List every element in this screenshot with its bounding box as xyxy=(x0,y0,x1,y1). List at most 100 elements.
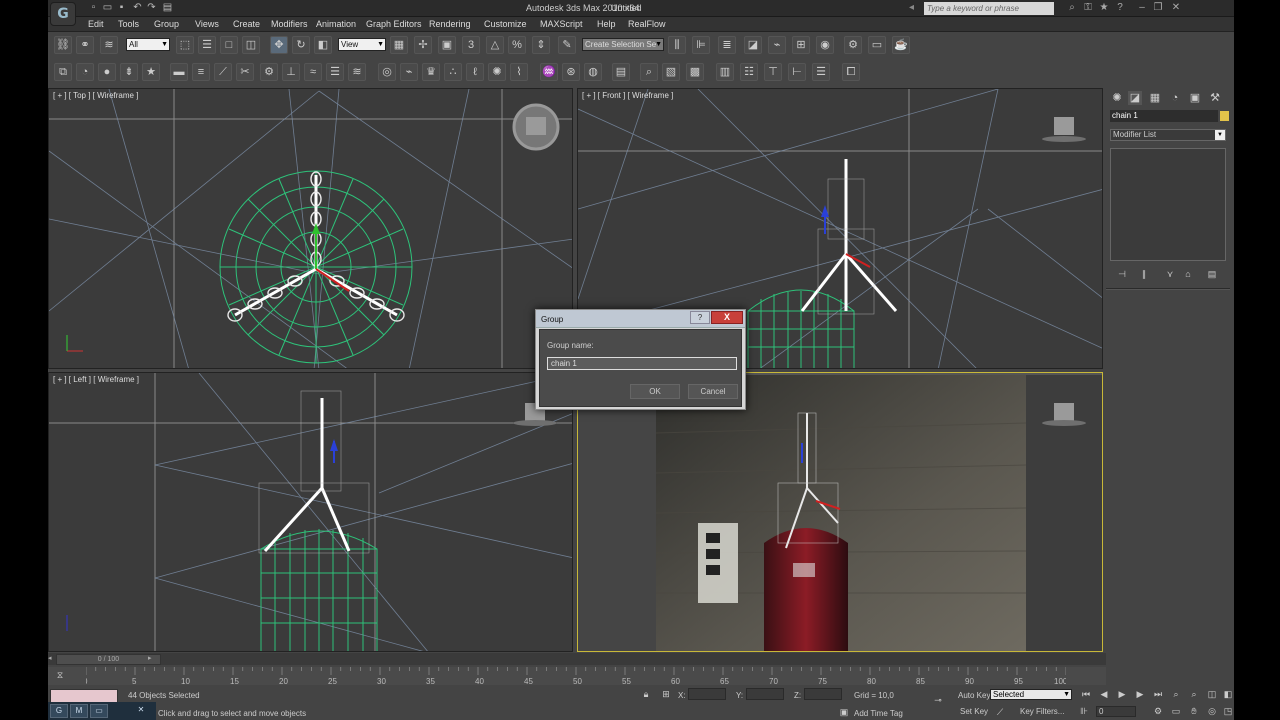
time-configuration-icon[interactable]: ⚙ xyxy=(1152,705,1164,717)
snaps-toggle-icon[interactable]: 3 xyxy=(462,36,480,54)
menu-create[interactable]: Create xyxy=(233,19,260,29)
track-bar[interactable]: ⧖ 0 5 10 15 20 25 30 35 40 45 50 55 60 65 70 75 80 85 90 95… xyxy=(48,667,1106,686)
taskbar-app-icon[interactable]: G xyxy=(50,704,68,718)
menu-animation[interactable]: Animation xyxy=(316,19,356,29)
menu-customize[interactable]: Customize xyxy=(484,19,527,29)
go-to-end-icon[interactable]: ⏭ xyxy=(1152,688,1164,700)
mirror-icon[interactable]: ⫼ xyxy=(668,36,686,54)
tool-icon[interactable]: ⟋ xyxy=(214,63,232,81)
branch-icon[interactable]: ⊤ xyxy=(764,63,782,81)
rectangular-region-icon[interactable]: □ xyxy=(220,36,238,54)
menu-modifiers[interactable]: Modifiers xyxy=(271,19,308,29)
minimize-icon[interactable]: – xyxy=(1136,2,1148,14)
sphere-mesh-icon[interactable]: ◍ xyxy=(584,63,602,81)
create-tab-icon[interactable]: ✺ xyxy=(1110,91,1124,105)
field-of-view-icon[interactable]: ▭ xyxy=(1170,705,1182,717)
menu-maxscript[interactable]: MAXScript xyxy=(540,19,583,29)
pivot-center-icon[interactable]: ▦ xyxy=(390,36,408,54)
menu-graph-editors[interactable]: Graph Editors xyxy=(366,19,422,29)
application-logo-icon[interactable]: G xyxy=(50,2,76,26)
export-icon[interactable]: ▤ xyxy=(612,63,630,81)
time-prev-icon[interactable]: ◂ xyxy=(48,654,56,664)
key-mode-dropdown[interactable]: Selected ▼ xyxy=(990,689,1072,700)
menu-rendering[interactable]: Rendering xyxy=(429,19,471,29)
bind-space-warp-icon[interactable]: ≋ xyxy=(100,36,118,54)
rendered-frame-window-icon[interactable]: ▭ xyxy=(868,36,886,54)
window-icon[interactable]: ⧠ xyxy=(842,63,860,81)
wind-icon[interactable]: ☰ xyxy=(326,63,344,81)
menu-realflow[interactable]: RealFlow xyxy=(628,19,666,29)
maxscript-listener[interactable] xyxy=(50,689,118,703)
search-dropdown-icon[interactable]: ◂ xyxy=(906,2,917,13)
daemon-icon[interactable]: ⇟ xyxy=(120,63,138,81)
remove-modifier-icon[interactable]: ⌂ xyxy=(1182,268,1194,280)
layers-icon[interactable]: ☷ xyxy=(740,63,758,81)
utilities-tab-icon[interactable]: ⚒ xyxy=(1208,91,1222,105)
close-icon[interactable]: ✕ xyxy=(1170,2,1182,14)
modifier-list-dropdown[interactable]: Modifier List ▼ xyxy=(1110,129,1226,141)
cloth-icon[interactable]: ♒ xyxy=(540,63,558,81)
close-button[interactable]: X xyxy=(711,311,743,324)
pin-icon[interactable]: ⊥ xyxy=(282,63,300,81)
picture-icon[interactable]: ▧ xyxy=(662,63,680,81)
edit-named-selection-icon[interactable]: ✎ xyxy=(558,36,576,54)
mesh-icon[interactable]: ⊛ xyxy=(562,63,580,81)
wrench-icon[interactable]: ✂ xyxy=(236,63,254,81)
set-key-mode-icon[interactable]: ⊸ xyxy=(932,694,944,706)
unlink-icon[interactable]: ⚭ xyxy=(76,36,94,54)
hierarchy-icon[interactable]: ⊢ xyxy=(788,63,806,81)
cancel-button[interactable]: Cancel xyxy=(688,384,738,399)
angle-snap-icon[interactable]: △ xyxy=(486,36,504,54)
ok-button[interactable]: OK xyxy=(630,384,680,399)
configure-modifier-sets-icon[interactable]: ▤ xyxy=(1206,268,1218,280)
select-object-icon[interactable]: ⬚ xyxy=(176,36,194,54)
sphere-emitter-icon[interactable]: ● xyxy=(98,63,116,81)
star-icon[interactable]: ★ xyxy=(1098,2,1110,14)
material-editor-icon[interactable]: ◉ xyxy=(816,36,834,54)
select-and-scale-icon[interactable]: ◧ xyxy=(314,36,332,54)
undo-icon[interactable]: ↶ xyxy=(132,2,143,13)
search-input[interactable]: Type a keyword or phrase xyxy=(924,2,1054,15)
redo-icon[interactable]: ↷ xyxy=(146,2,157,13)
particle-icon[interactable]: ∴ xyxy=(444,63,462,81)
search-icon[interactable]: ⌕ xyxy=(1066,2,1078,14)
window-crossing-icon[interactable]: ◫ xyxy=(242,36,260,54)
menu-tools[interactable]: Tools xyxy=(118,19,139,29)
frame-ruler[interactable]: 0 5 10 15 20 25 30 35 40 45 50 55 60 65 70 75 80 85 90 95 10… xyxy=(83,667,1068,686)
project-folder-icon[interactable]: ▤ xyxy=(162,2,173,13)
motion-tab-icon[interactable]: ◔ xyxy=(1168,91,1182,105)
reference-coordinate-dropdown[interactable]: View ▼ xyxy=(338,38,386,51)
viewport-camera[interactable] xyxy=(577,372,1103,652)
open-file-icon[interactable]: ▭ xyxy=(102,2,113,13)
add-time-tag[interactable]: Add Time Tag xyxy=(854,709,903,718)
absolute-mode-icon[interactable]: ⊞ xyxy=(660,688,672,700)
make-unique-icon[interactable]: ⋎ xyxy=(1164,268,1176,280)
current-frame-field[interactable]: 0 xyxy=(1096,706,1136,717)
y-coordinate-field[interactable] xyxy=(746,688,784,700)
box-icon[interactable]: ▬ xyxy=(170,63,188,81)
display-tab-icon[interactable]: ▣ xyxy=(1188,91,1202,105)
help-icon[interactable]: ? xyxy=(1114,2,1126,14)
next-frame-icon[interactable]: ▶ xyxy=(1134,688,1146,700)
time-next-icon[interactable]: ▸ xyxy=(148,654,156,664)
orbit-icon[interactable]: ◎ xyxy=(1206,705,1218,717)
select-and-manipulate-icon[interactable]: ✢ xyxy=(414,36,432,54)
previous-frame-icon[interactable]: ◀ xyxy=(1098,688,1110,700)
star-emitter-icon[interactable]: ★ xyxy=(142,63,160,81)
viewport-front-label[interactable]: [ + ] [ Front ] [ Wireframe ] xyxy=(582,91,673,100)
group-name-input[interactable]: chain 1 xyxy=(547,357,737,370)
schematic-view-icon[interactable]: ⊞ xyxy=(792,36,810,54)
stack-icon[interactable]: ▥ xyxy=(716,63,734,81)
named-selection-dropdown[interactable]: Create Selection Se ▼ xyxy=(582,38,664,51)
curve-editor-icon[interactable]: ⌁ xyxy=(768,36,786,54)
select-and-move-icon[interactable]: ✥ xyxy=(270,36,288,54)
modify-tab-icon[interactable]: ◪ xyxy=(1128,91,1142,105)
viewport-left[interactable]: [ + ] [ Left ] [ Wireframe ] xyxy=(48,372,573,652)
grid-icon[interactable]: ▩ xyxy=(686,63,704,81)
vortex-icon[interactable]: ≋ xyxy=(348,63,366,81)
x-coordinate-field[interactable] xyxy=(688,688,726,700)
mini-curve-editor-icon[interactable]: ⧖ xyxy=(54,669,66,681)
go-to-start-icon[interactable]: ⏮ xyxy=(1080,688,1092,700)
taskbar-window-icon[interactable]: M xyxy=(70,704,88,718)
object-name-field[interactable]: chain 1 xyxy=(1110,110,1218,122)
